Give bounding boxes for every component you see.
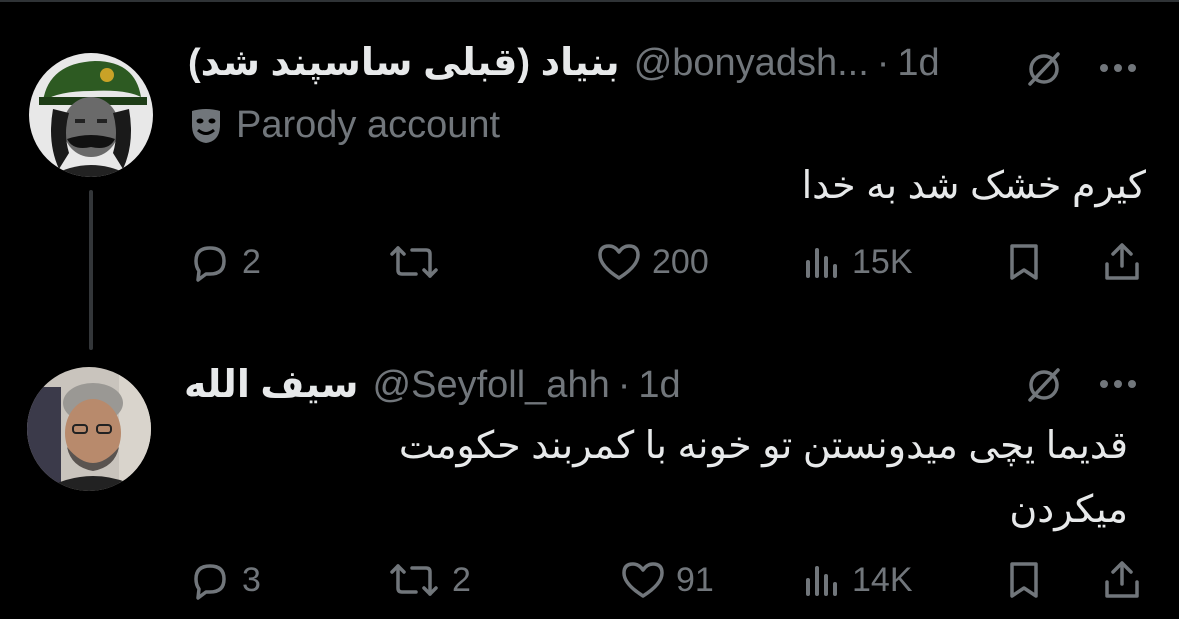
display-name[interactable]: بنیاد (قبلی ساسپند شد) xyxy=(188,40,620,85)
repost-button[interactable] xyxy=(386,240,452,284)
reply-icon xyxy=(188,240,232,284)
reply-icon xyxy=(188,558,232,602)
username[interactable]: @Seyfoll_ahh xyxy=(373,364,610,407)
view-count: 14K xyxy=(852,560,913,599)
bookmark-icon xyxy=(1004,558,1044,602)
more-options-icon[interactable] xyxy=(1096,362,1140,406)
grok-icon[interactable] xyxy=(1022,362,1066,406)
bookmark-icon xyxy=(1004,240,1044,284)
tweet-thread: بنیاد (قبلی ساسپند شد) @bonyadsh... · 1d… xyxy=(0,0,1179,619)
divider xyxy=(0,0,1179,2)
repost-icon xyxy=(386,240,442,284)
separator: · xyxy=(617,364,631,406)
analytics-icon xyxy=(802,558,842,602)
views-button[interactable]: 14K xyxy=(802,558,913,602)
repost-icon xyxy=(386,558,442,602)
bookmark-button[interactable] xyxy=(1004,558,1044,602)
like-count: 91 xyxy=(676,560,714,599)
avatar[interactable] xyxy=(29,53,153,177)
like-button[interactable]: 200 xyxy=(596,240,709,284)
bookmark-button[interactable] xyxy=(1004,240,1044,284)
tweet-text-line-1: قدیما یچی میدونستن تو خونه با کمربند حکو… xyxy=(398,425,1128,467)
reply-button[interactable]: 2 xyxy=(188,240,261,284)
drama-masks-icon xyxy=(188,107,224,145)
heart-icon xyxy=(620,558,666,602)
like-count: 200 xyxy=(652,242,709,281)
analytics-icon xyxy=(802,240,842,284)
timestamp[interactable]: 1d xyxy=(638,364,680,407)
reply-count: 2 xyxy=(242,242,261,281)
tweet-text-line-2: میکردن xyxy=(1009,489,1128,531)
share-button[interactable] xyxy=(1100,558,1144,602)
parody-badge: Parody account xyxy=(188,104,500,147)
grok-icon[interactable] xyxy=(1022,46,1066,90)
tweet-text: کیرم خشک شد به خدا xyxy=(801,165,1146,207)
repost-button[interactable]: 2 xyxy=(386,558,471,602)
parody-label: Parody account xyxy=(236,104,501,146)
username[interactable]: @bonyadsh... xyxy=(634,42,869,85)
reply-button[interactable]: 3 xyxy=(188,558,261,602)
view-count: 15K xyxy=(852,242,913,281)
share-icon xyxy=(1100,240,1144,284)
share-button[interactable] xyxy=(1100,240,1144,284)
like-button[interactable]: 91 xyxy=(620,558,714,602)
separator: · xyxy=(876,42,890,84)
avatar[interactable] xyxy=(27,367,151,491)
repost-count: 2 xyxy=(452,560,471,599)
tweet-header: بنیاد (قبلی ساسپند شد) @bonyadsh... · 1d xyxy=(188,40,940,85)
display-name[interactable]: سیف الله xyxy=(184,362,359,407)
more-options-icon[interactable] xyxy=(1096,46,1140,90)
views-button[interactable]: 15K xyxy=(802,240,913,284)
tweet-header: سیف الله @Seyfoll_ahh · 1d xyxy=(184,362,681,407)
timestamp[interactable]: 1d xyxy=(897,42,939,85)
share-icon xyxy=(1100,558,1144,602)
heart-icon xyxy=(596,240,642,284)
reply-count: 3 xyxy=(242,560,261,599)
thread-connector xyxy=(89,190,93,350)
